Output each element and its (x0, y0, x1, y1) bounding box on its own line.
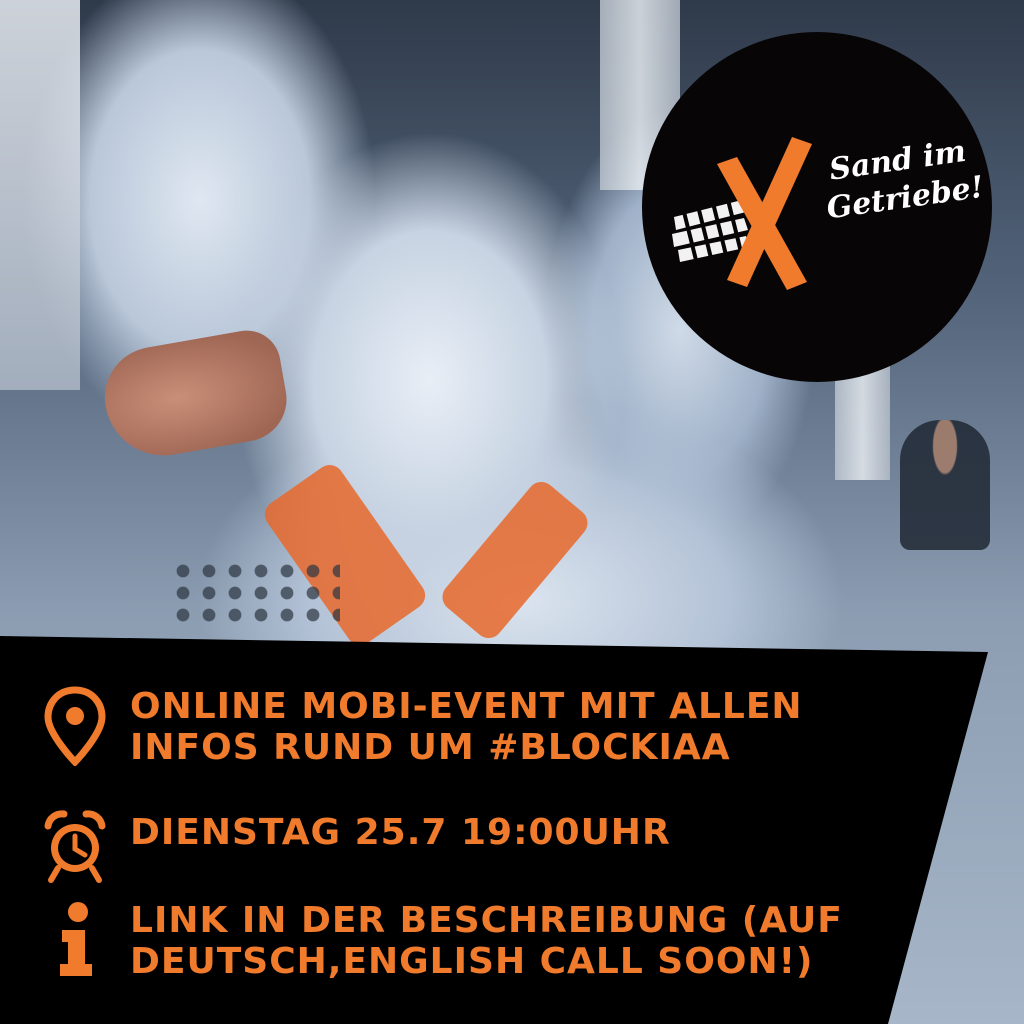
time-text: DIENSTAG 25.7 19:00UHR (130, 806, 671, 853)
event-line-1: ONLINE MOBI-EVENT MIT ALLEN (130, 686, 803, 727)
time-row: DIENSTAG 25.7 19:00UHR (0, 806, 960, 886)
event-text: ONLINE MOBI-EVENT MIT ALLEN INFOS RUND U… (130, 686, 803, 768)
link-line-1: LINK IN DER BESCHREIBUNG (AUF (130, 900, 843, 941)
time-line-1: DIENSTAG 25.7 19:00UHR (130, 812, 671, 853)
alarm-clock-icon (44, 810, 106, 883)
poster: Sand im Getriebe! ONLINE MOBI-EVENT MIT … (0, 0, 1024, 1024)
link-text: LINK IN DER BESCHREIBUNG (AUF DEUTSCH,EN… (130, 900, 843, 982)
event-line-2: INFOS RUND UM #BLOCKIAA (130, 727, 731, 768)
event-row: ONLINE MOBI-EVENT MIT ALLEN INFOS RUND U… (0, 686, 960, 768)
info-i-icon (60, 902, 92, 976)
link-row: LINK IN DER BESCHREIBUNG (AUF DEUTSCH,EN… (0, 900, 960, 982)
link-line-2: DEUTSCH,ENGLISH CALL SOON!) (130, 941, 814, 982)
location-pin-icon (44, 686, 106, 766)
